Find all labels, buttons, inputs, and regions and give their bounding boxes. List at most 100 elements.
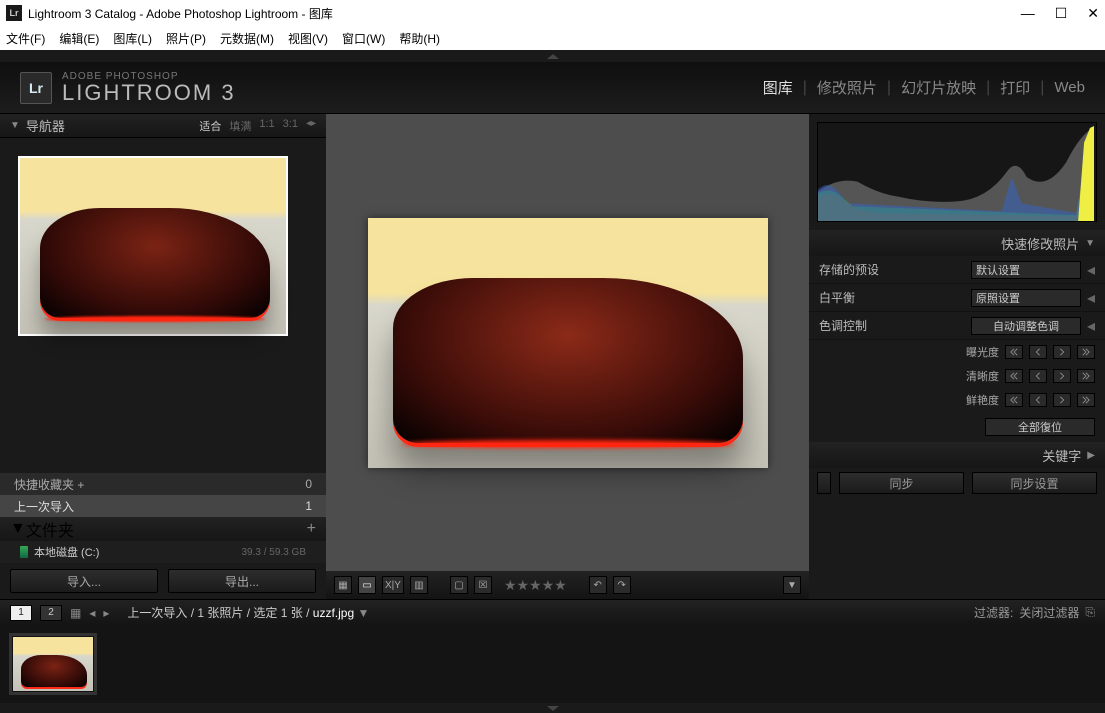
center-panel: ▦ ▭ X|Y ▥ ▢ ☒ ★★★★★ ↶ ↷ ▼ — [326, 114, 809, 599]
menu-library[interactable]: 图库(L) — [113, 30, 152, 47]
module-slideshow[interactable]: 幻灯片放映 — [901, 77, 976, 98]
preset-select[interactable]: 默认设置 — [971, 261, 1081, 279]
filter-label: 过滤器: — [974, 604, 1013, 621]
quick-develop-header[interactable]: 快速修改照片 ▼ — [809, 230, 1105, 256]
preset-expand-icon[interactable]: ◂ — [1087, 260, 1095, 280]
sync-toggle-handle[interactable] — [817, 472, 831, 494]
menu-file[interactable]: 文件(F) — [6, 30, 45, 47]
left-panel: ▼ 导航器 适合 填满 1:1 3:1 ◂▸ 快捷收藏夹 + — [0, 114, 326, 599]
brand-title: LIGHTROOM 3 — [62, 82, 236, 104]
toolbar-menu-button[interactable]: ▼ — [783, 576, 801, 594]
keywords-title: 关键字 — [1042, 446, 1081, 465]
flag-pick-button[interactable]: ▢ — [450, 576, 468, 594]
menu-window[interactable]: 窗口(W) — [342, 30, 385, 47]
filmstrip-thumbnail[interactable] — [12, 636, 94, 692]
menu-edit[interactable]: 编辑(E) — [59, 30, 99, 47]
zoom-1-1[interactable]: 1:1 — [259, 118, 274, 134]
clarity-dec2[interactable] — [1005, 369, 1023, 383]
screen-2-button[interactable]: 2 — [40, 605, 62, 621]
folders-header[interactable]: ▼ 文件夹 + — [0, 517, 326, 541]
exposure-dec[interactable] — [1029, 345, 1047, 359]
add-folder-button[interactable]: + — [307, 520, 316, 538]
compare-x-button[interactable]: X|Y — [382, 576, 404, 594]
exposure-inc2[interactable] — [1077, 345, 1095, 359]
sync-button[interactable]: 同步 — [839, 472, 964, 494]
export-button[interactable]: 导出... — [168, 569, 316, 593]
tone-label: 色调控制 — [819, 317, 867, 334]
quick-develop-title: 快速修改照片 — [1001, 234, 1079, 253]
module-web[interactable]: Web — [1054, 79, 1085, 96]
titlebar[interactable]: Lr Lightroom 3 Catalog - Adobe Photoshop… — [0, 0, 1105, 26]
menu-view[interactable]: 视图(V) — [288, 30, 328, 47]
clarity-dec[interactable] — [1029, 369, 1047, 383]
drive-status-icon — [20, 546, 28, 558]
zoom-more-icon[interactable]: ◂▸ — [306, 118, 316, 134]
bottom-panel-toggle[interactable] — [0, 703, 1105, 713]
loupe-view-button[interactable]: ▭ — [358, 576, 376, 594]
minimize-button[interactable]: — — [1021, 5, 1035, 22]
top-panel-toggle[interactable] — [0, 50, 1105, 62]
previous-import-row[interactable]: 上一次导入 1 — [0, 495, 326, 517]
window-title: Lightroom 3 Catalog - Adobe Photoshop Li… — [28, 5, 1021, 22]
vibrance-dec[interactable] — [1029, 393, 1047, 407]
folders-title: 文件夹 — [26, 517, 74, 541]
vibrance-label: 鲜艳度 — [966, 392, 999, 408]
module-library[interactable]: 图库 — [763, 77, 793, 98]
navigator-thumbnail[interactable] — [18, 156, 288, 336]
filmstrip[interactable] — [0, 625, 1105, 703]
wb-select[interactable]: 原照设置 — [971, 289, 1081, 307]
breadcrumb-text[interactable]: 上一次导入 / 1 张照片 / 选定 1 张 / — [127, 606, 309, 620]
menubar: 文件(F) 编辑(E) 图库(L) 照片(P) 元数据(M) 视图(V) 窗口(… — [0, 26, 1105, 50]
breadcrumb-filename: uzzf.jpg — [313, 606, 354, 620]
zoom-fit[interactable]: 适合 — [199, 118, 221, 134]
tone-expand-icon[interactable]: ◂ — [1087, 316, 1095, 336]
close-button[interactable]: ✕ — [1087, 5, 1099, 22]
drive-row[interactable]: 本地磁盘 (C:) 39.3 / 59.3 GB — [0, 541, 326, 563]
navigator-header[interactable]: ▼ 导航器 适合 填满 1:1 3:1 ◂▸ — [0, 114, 326, 138]
grid-view-button[interactable]: ▦ — [334, 576, 352, 594]
exposure-inc[interactable] — [1053, 345, 1071, 359]
rotate-ccw-button[interactable]: ↶ — [589, 576, 607, 594]
right-panel: 快速修改照片 ▼ 存储的预设 默认设置 ◂ 白平衡 原照设置 ◂ 色调控制 自动… — [809, 114, 1105, 599]
filter-lock-icon[interactable]: ⎘ — [1085, 605, 1095, 620]
clarity-inc[interactable] — [1053, 369, 1071, 383]
flag-reject-button[interactable]: ☒ — [474, 576, 492, 594]
exposure-dec2[interactable] — [1005, 345, 1023, 359]
screen-1-button[interactable]: 1 — [10, 605, 32, 621]
survey-view-button[interactable]: ▥ — [410, 576, 428, 594]
back-icon[interactable]: ◂ — [89, 606, 95, 620]
wb-expand-icon[interactable]: ◂ — [1087, 288, 1095, 308]
menu-help[interactable]: 帮助(H) — [399, 30, 440, 47]
menu-photo[interactable]: 照片(P) — [166, 30, 206, 47]
module-header: Lr ADOBE PHOTOSHOP LIGHTROOM 3 图库 | 修改照片… — [0, 62, 1105, 114]
zoom-fill[interactable]: 填满 — [229, 118, 251, 134]
forward-icon[interactable]: ▸ — [103, 606, 109, 620]
main-image[interactable] — [368, 218, 768, 468]
sync-settings-button[interactable]: 同步设置 — [972, 472, 1097, 494]
vibrance-inc[interactable] — [1053, 393, 1071, 407]
vibrance-inc2[interactable] — [1077, 393, 1095, 407]
preset-label: 存储的预设 — [819, 261, 879, 278]
quick-collection-row[interactable]: 快捷收藏夹 + 0 — [0, 473, 326, 495]
drive-size: 39.3 / 59.3 GB — [242, 547, 307, 558]
module-print[interactable]: 打印 — [1000, 77, 1030, 98]
clarity-inc2[interactable] — [1077, 369, 1095, 383]
keywords-header[interactable]: 关键字 ▶ — [809, 442, 1105, 468]
previous-import-label: 上一次导入 — [14, 498, 74, 515]
filter-dropdown[interactable]: 关闭过滤器 — [1019, 604, 1079, 621]
maximize-button[interactable]: ☐ — [1055, 5, 1068, 22]
rotate-cw-button[interactable]: ↷ — [613, 576, 631, 594]
import-button[interactable]: 导入... — [10, 569, 158, 593]
auto-tone-button[interactable]: 自动调整色调 — [971, 317, 1081, 335]
drive-name: 本地磁盘 (C:) — [34, 544, 99, 560]
zoom-3-1[interactable]: 3:1 — [283, 118, 298, 134]
vibrance-dec2[interactable] — [1005, 393, 1023, 407]
module-develop[interactable]: 修改照片 — [817, 77, 877, 98]
grid-icon[interactable]: ▦ — [70, 606, 81, 620]
navigator-title: 导航器 — [26, 116, 65, 135]
histogram[interactable] — [817, 122, 1097, 222]
menu-metadata[interactable]: 元数据(M) — [220, 30, 274, 47]
reset-all-button[interactable]: 全部復位 — [985, 418, 1095, 436]
rating-stars[interactable]: ★★★★★ — [504, 577, 567, 594]
wb-label: 白平衡 — [819, 289, 855, 306]
